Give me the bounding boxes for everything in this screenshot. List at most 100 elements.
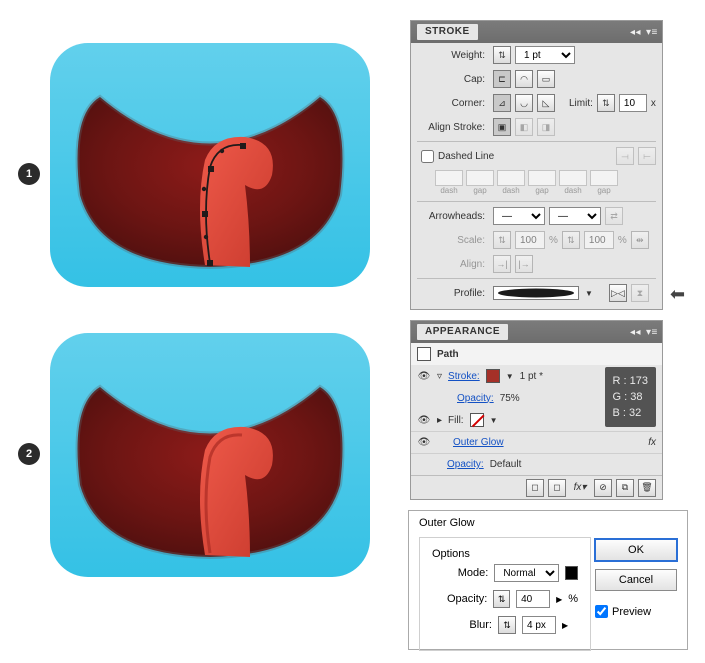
blur-input[interactable] [522,616,556,634]
scale-link-icon: ⇹ [631,231,649,249]
panel-caret-icon[interactable]: ◂◂ [630,27,640,38]
outer-glow-link[interactable]: Outer Glow [453,437,504,448]
panel-caret-icon[interactable]: ◂◂ [630,327,640,338]
global-opacity-link[interactable]: Opacity: [447,459,484,470]
duplicate-item-button[interactable]: ⧉ [616,479,634,497]
mode-label: Mode: [432,567,488,579]
cap-butt-button[interactable]: ⊏ [493,70,511,88]
new-fill-button[interactable]: ◻ [548,479,566,497]
stroke-tab[interactable]: STROKE [417,24,478,40]
corner-bevel-button[interactable]: ◺ [537,94,555,112]
step-badge-1: 1 [18,163,40,185]
swatch-dropdown-icon[interactable]: ▼ [490,416,498,425]
scale-label: Scale: [417,235,489,246]
pct-suffix: % [568,593,578,605]
visibility-toggle[interactable]: 👁 [417,371,431,382]
opacity-stepper[interactable]: ⇅ [493,590,510,608]
scale-start-stepper: ⇅ [493,231,511,249]
profile-select[interactable] [493,286,579,300]
panel-menu-icon[interactable]: ▾≡ [646,27,656,38]
arrow-align-extend-button: →| [493,255,511,273]
stroke-color-swatch[interactable] [486,369,500,383]
corner-label: Corner: [417,98,489,109]
disclosure-icon[interactable]: ▿ [437,371,442,382]
preview-label: Preview [612,606,651,618]
scale-end-stepper: ⇅ [562,231,580,249]
limit-stepper[interactable]: ⇅ [597,94,615,112]
arrow-start-select[interactable]: — [493,207,545,225]
dialog-title: Outer Glow [409,511,687,531]
new-stroke-button[interactable]: ◻ [526,479,544,497]
appearance-panel: APPEARANCE ◂◂ ▾≡ Path 👁 ▿ Stroke: ▼ 1 pt… [410,320,663,500]
fill-none-swatch[interactable] [470,413,484,427]
limit-label: Limit: [569,98,593,109]
mode-select[interactable]: Normal [494,564,558,582]
flip-across-button[interactable]: ⧗ [631,284,649,302]
step-badge-2: 2 [18,443,40,465]
stroke-opacity-link[interactable]: Opacity: [457,393,494,404]
delete-item-button[interactable]: 🗑 [638,479,656,497]
fx-badge-icon: fx [648,437,656,448]
blur-flyout-icon[interactable]: ▶ [562,621,568,630]
options-legend: Options [432,548,470,560]
visibility-toggle[interactable]: 👁 [417,437,431,448]
dashed-line-checkbox[interactable] [421,150,434,163]
align-outside-button[interactable]: ◨ [537,118,555,136]
object-name: Path [437,349,459,360]
dashed-line-label: Dashed Line [438,151,494,162]
dash-align-button[interactable]: ⟝ [638,147,656,165]
preview-checkbox[interactable] [595,605,608,618]
dash-gap-row: dash gap dash gap dash gap [411,168,662,199]
profile-label: Profile: [417,288,489,299]
flip-along-button[interactable]: ▷◁ [609,284,627,302]
appearance-tab[interactable]: APPEARANCE [417,324,508,340]
scale-end-input [584,231,614,249]
limit-suffix: x [651,98,656,109]
panel-menu-icon[interactable]: ▾≡ [646,327,656,338]
cancel-button[interactable]: Cancel [595,569,677,591]
arrow-swap-button[interactable]: ⇄ [605,207,623,225]
cap-label: Cap: [417,74,489,85]
swatch-dropdown-icon[interactable]: ▼ [506,372,514,381]
clear-appearance-button[interactable]: ⊘ [594,479,612,497]
appearance-panel-header: APPEARANCE ◂◂ ▾≡ [411,321,662,343]
stroke-opacity-value: 75% [500,393,520,404]
visibility-toggle[interactable]: 👁 [417,415,431,426]
corner-miter-button[interactable]: ⊿ [493,94,511,112]
rgb-tooltip: R : 173 G : 38 B : 32 [605,367,656,427]
artwork-svg-2 [50,325,370,585]
align-center-button[interactable]: ▣ [493,118,511,136]
appearance-footer: ◻ ◻ fx▾ ⊘ ⧉ 🗑 [411,475,662,499]
opacity-flyout-icon[interactable]: ▶ [556,595,562,604]
dash-preserve-button[interactable]: ⟞ [616,147,634,165]
align-inside-button[interactable]: ◧ [515,118,533,136]
glow-color-swatch[interactable] [565,566,578,580]
cap-round-button[interactable]: ◠ [515,70,533,88]
outer-glow-dialog: Outer Glow Options Mode: Normal Opacity:… [408,510,688,650]
callout-arrow-icon: ⬅ [670,284,685,305]
cap-projecting-button[interactable]: ▭ [537,70,555,88]
blur-stepper[interactable]: ⇅ [498,616,516,634]
limit-input[interactable] [619,94,647,112]
object-thumb [417,347,431,361]
ok-button[interactable]: OK [595,539,677,561]
artwork-svg-1 [50,35,370,295]
opacity-label: Opacity: [432,593,487,605]
artwork-step-2 [50,325,370,588]
new-effect-button[interactable]: fx▾ [570,482,590,493]
stroke-link[interactable]: Stroke: [448,371,480,382]
fill-label: Fill: [448,415,464,426]
weight-select[interactable]: 1 pt [515,46,575,64]
align-stroke-label: Align Stroke: [417,122,489,133]
weight-link-icon[interactable]: ⇅ [493,46,511,64]
arrow-align-label: Align: [417,259,489,270]
artwork-step-1 [50,35,370,298]
corner-round-button[interactable]: ◡ [515,94,533,112]
disclosure-icon[interactable]: ▸ [437,415,442,426]
profile-dropdown-icon[interactable]: ▼ [585,289,593,298]
opacity-input[interactable] [516,590,550,608]
arrow-end-select[interactable]: — [549,207,601,225]
stroke-panel-header: STROKE ◂◂ ▾≡ [411,21,662,43]
stroke-weight-value[interactable]: 1 pt * [520,371,543,382]
arrow-align-tip-button: |→ [515,255,533,273]
